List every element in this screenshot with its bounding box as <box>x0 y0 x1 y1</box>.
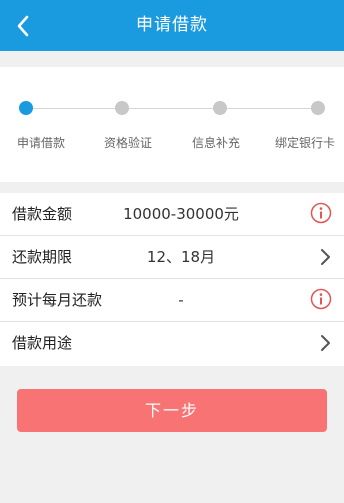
step-dot-bank <box>311 101 325 115</box>
steps-progress: 申请借款 资格验证 信息补充 绑定银行卡 <box>0 67 344 182</box>
loan-form: 借款金额 10000-30000元 还款期限 12、18月 预计每月还款 - 借… <box>0 193 344 366</box>
form-row-term[interactable]: 还款期限 12、18月 <box>0 236 344 279</box>
steps-track-line <box>26 108 320 109</box>
form-row-amount: 借款金额 10000-30000元 <box>0 193 344 236</box>
step-label-bank: 绑定银行卡 <box>274 136 336 150</box>
step-label-info: 信息补充 <box>191 136 241 150</box>
info-icon[interactable] <box>310 288 332 310</box>
apply-loan-screen: 申请借款 申请借款 资格验证 信息补充 绑定银行卡 借款金额 10000-300… <box>0 0 344 503</box>
chevron-right-icon[interactable] <box>318 334 332 352</box>
step-label-apply: 申请借款 <box>16 136 66 150</box>
step-dot-apply <box>19 101 33 115</box>
top-navbar: 申请借款 <box>0 0 344 51</box>
purpose-value <box>0 322 344 365</box>
step-dot-verify <box>115 101 129 115</box>
step-dot-info <box>213 101 227 115</box>
page-title: 申请借款 <box>136 15 208 35</box>
info-icon[interactable] <box>310 202 332 224</box>
next-step-button[interactable]: 下一步 <box>17 389 327 432</box>
form-row-monthly-repayment: 预计每月还款 - <box>0 279 344 322</box>
amount-value: 10000-30000元 <box>123 205 239 223</box>
form-row-purpose[interactable]: 借款用途 <box>0 322 344 365</box>
monthly-repayment-value: - <box>178 291 184 309</box>
step-label-verify: 资格验证 <box>103 136 153 150</box>
chevron-right-icon[interactable] <box>318 248 332 266</box>
term-value: 12、18月 <box>146 248 216 266</box>
